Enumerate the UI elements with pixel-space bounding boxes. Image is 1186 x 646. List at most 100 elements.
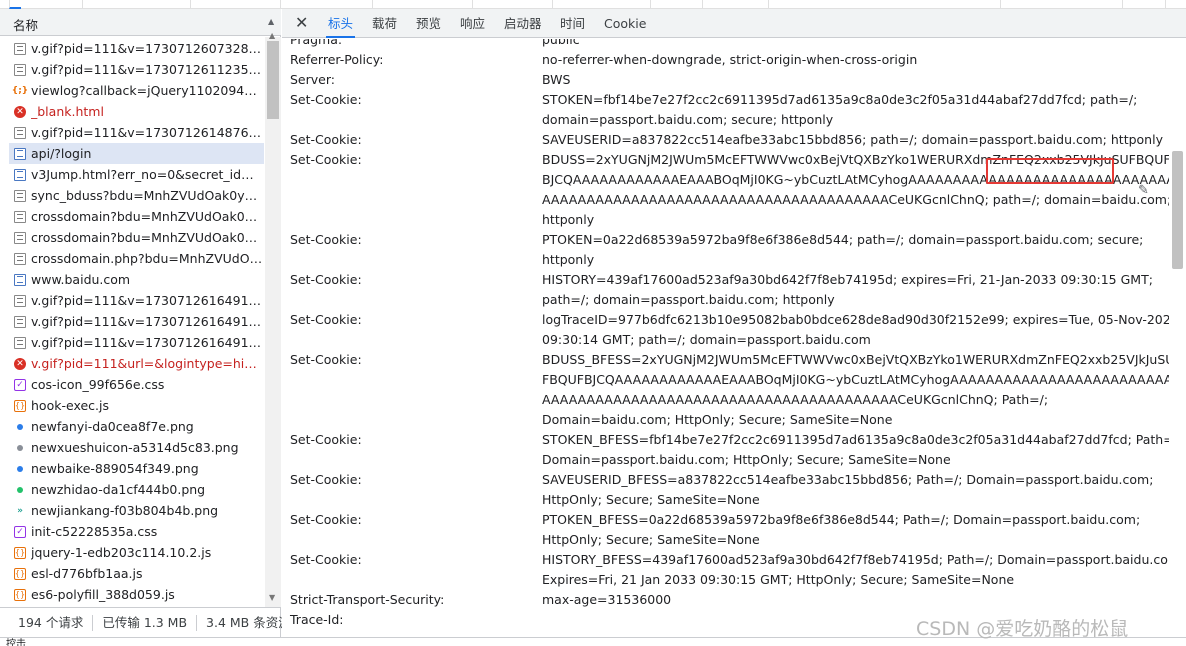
- header-value-line: FBQUFBJCQAAAAAAAAAAAAEAAABOqMjI0KG~ybCuz…: [542, 372, 1169, 387]
- header-value[interactable]: logTraceID=977b6dfc6213b10e95082bab0bdce…: [542, 310, 1169, 350]
- header-name: Set-Cookie:: [290, 472, 362, 487]
- request-row[interactable]: newfanyi-da0cea8f7e.png: [9, 416, 264, 437]
- request-row[interactable]: crossdomain.php?bdu=MnhZVUdOak...: [9, 248, 264, 269]
- header-value-line: Domain=passport.baidu.com; HttpOnly; Sec…: [542, 452, 951, 467]
- status-bar: 194 个请求 已传输 1.3 MB 3.4 MB 条资源: [0, 607, 291, 637]
- request-name: esl-d776bfb1aa.js: [31, 566, 143, 581]
- request-row[interactable]: ✓ init-c52228535a.css: [9, 521, 264, 542]
- request-row[interactable]: www.baidu.com: [9, 269, 264, 290]
- details-scrollbar-thumb[interactable]: [1172, 151, 1183, 269]
- tab-payload[interactable]: 载荷: [370, 9, 399, 38]
- script-icon: {}: [14, 588, 26, 601]
- image-file-icon: [14, 252, 26, 265]
- request-name: crossdomain?bdu=MnhZVUdOak0ySl...: [31, 209, 264, 224]
- tab-timing[interactable]: 时间: [558, 9, 587, 38]
- request-row[interactable]: ✕ v.gif?pid=111&url=&logintype=hide&...: [9, 353, 264, 374]
- name-column-header[interactable]: 名称 ▲: [0, 9, 281, 36]
- request-row[interactable]: crossdomain?bdu=MnhZVUdOak0ySl...: [9, 227, 264, 248]
- scroll-down-arrow-icon[interactable]: ▼: [269, 593, 275, 602]
- header-value-line: SAVEUSERID=a837822cc514eafbe33abc15bbd85…: [542, 132, 1163, 147]
- request-row[interactable]: newzhidao-da1cf444b0.png: [9, 479, 264, 500]
- error-icon: ✕: [14, 105, 26, 118]
- resources-size: 3.4 MB 条资源: [206, 614, 291, 630]
- request-row[interactable]: v.gif?pid=111&v=1730712611235&pa...: [9, 59, 264, 80]
- script-callback-icon: {;}: [11, 85, 29, 96]
- request-row[interactable]: v3Jump.html?err_no=0&secret_id=&c...: [9, 164, 264, 185]
- request-row[interactable]: v.gif?pid=111&v=1730712607328&pa...: [9, 38, 264, 59]
- close-icon[interactable]: ✕: [295, 14, 308, 32]
- request-name: www.baidu.com: [31, 272, 131, 287]
- header-value-line: logTraceID=977b6dfc6213b10e95082bab0bdce…: [542, 312, 1169, 327]
- image-file-icon: [14, 231, 26, 244]
- request-name: _blank.html: [31, 104, 104, 119]
- request-row[interactable]: {;} viewlog?callback=jQuery11020943082...: [9, 80, 264, 101]
- request-row[interactable]: {} esl-d776bfb1aa.js: [9, 563, 264, 584]
- request-name: v.gif?pid=111&v=1730712616491&ty...: [31, 293, 264, 308]
- request-row[interactable]: ✓ cos-icon_99f656e.css: [9, 374, 264, 395]
- request-row[interactable]: newbaike-889054f349.png: [9, 458, 264, 479]
- request-row[interactable]: v.gif?pid=111&v=1730712616491&ty...: [9, 290, 264, 311]
- header-value[interactable]: HISTORY_BFESS=439af17600ad523af9a30bd642…: [542, 550, 1169, 590]
- details-scrollbar[interactable]: [1169, 39, 1186, 637]
- request-row[interactable]: v.gif?pid=111&v=1730712616491&pa...: [9, 311, 264, 332]
- annotation-highlight-box: [986, 158, 1114, 184]
- header-name: Set-Cookie:: [290, 552, 362, 567]
- request-row[interactable]: v.gif?pid=111&v=1730712614876&pa...: [9, 122, 264, 143]
- request-row[interactable]: ✕ _blank.html: [9, 101, 264, 122]
- request-name: es6-polyfill_388d059.js: [31, 587, 175, 602]
- request-row[interactable]: api/?login: [9, 143, 264, 164]
- tab-initiator[interactable]: 启动器: [502, 9, 544, 38]
- transferred-size: 已传输 1.3 MB: [93, 614, 198, 631]
- top-toolbar-strip: [0, 0, 1186, 9]
- header-value-line: BWS: [542, 72, 571, 87]
- request-name: v.gif?pid=111&url=&logintype=hide&...: [31, 356, 264, 371]
- request-list-scrollbar[interactable]: ▲ ▼: [265, 31, 281, 607]
- header-value[interactable]: STOKEN=fbf14be7e27f2cc2c6911395d7ad6135a…: [542, 90, 1137, 130]
- header-value[interactable]: HISTORY=439af17600ad523af9a30bd642f7f8eb…: [542, 270, 1153, 310]
- document-icon: [14, 168, 26, 181]
- tab-preview[interactable]: 预览: [414, 9, 443, 38]
- header-name: Referrer-Policy:: [290, 52, 384, 67]
- header-name: Set-Cookie:: [290, 312, 362, 327]
- script-icon: {}: [14, 546, 26, 559]
- tab-headers[interactable]: 标头: [326, 9, 356, 38]
- request-name: cos-icon_99f656e.css: [31, 377, 165, 392]
- header-value[interactable]: max-age=31536000: [542, 590, 1136, 610]
- header-value[interactable]: PTOKEN_BFESS=0a22d68539a5972ba9f8e6f386e…: [542, 510, 1140, 550]
- request-name: init-c52228535a.css: [31, 524, 158, 539]
- header-value[interactable]: SAVEUSERID_BFESS=a837822cc514eafbe33abc1…: [542, 470, 1153, 510]
- header-value-line: HttpOnly; Secure; SameSite=None: [542, 532, 760, 547]
- request-row[interactable]: sync_bduss?bdu=MnhZVUdOak0ySl...: [9, 185, 264, 206]
- header-value-line: HttpOnly; Secure; SameSite=None: [542, 492, 760, 507]
- request-row[interactable]: newxueshuicon-a5314d5c83.png: [9, 437, 264, 458]
- tab-cookie[interactable]: Cookie: [602, 9, 648, 38]
- request-name: newzhidao-da1cf444b0.png: [31, 482, 206, 497]
- header-value[interactable]: public: [542, 39, 1136, 50]
- image-file-icon: [14, 189, 26, 202]
- header-value[interactable]: PTOKEN=0a22d68539a5972ba9f8e6f386e8d544;…: [542, 230, 1143, 270]
- header-name: Set-Cookie:: [290, 132, 362, 147]
- header-name: Set-Cookie:: [290, 352, 362, 367]
- request-row[interactable]: {} es6-polyfill_388d059.js: [9, 584, 264, 605]
- request-row[interactable]: {} jquery-1-edb203c114.10.2.js: [9, 542, 264, 563]
- header-value-line: path=/; domain=passport.baidu.com; httpo…: [542, 292, 835, 307]
- header-value[interactable]: BDUSS_BFESS=2xYUGNjM2JWUm5McEFTWWVwc0xBe…: [542, 350, 1169, 430]
- scroll-up-arrow-icon[interactable]: ▲: [269, 31, 275, 40]
- header-value[interactable]: STOKEN_BFESS=fbf14be7e27f2cc2c6911395d7a…: [542, 430, 1169, 470]
- header-value[interactable]: SAVEUSERID=a837822cc514eafbe33abc15bbd85…: [542, 130, 1163, 150]
- header-value[interactable]: BWS: [542, 70, 1136, 90]
- request-row[interactable]: {} hook-exec.js: [9, 395, 264, 416]
- pencil-icon[interactable]: ✎: [1138, 183, 1149, 198]
- scrollbar-thumb[interactable]: [267, 41, 279, 119]
- request-row[interactable]: v.gif?pid=111&v=1730712616491&pa...: [9, 332, 264, 353]
- tab-response[interactable]: 响应: [458, 9, 487, 38]
- request-name: viewlog?callback=jQuery11020943082...: [31, 83, 264, 98]
- header-name: Strict-Transport-Security:: [290, 592, 445, 607]
- image-file-icon: [14, 336, 26, 349]
- sort-arrow-icon[interactable]: ▲: [268, 18, 276, 26]
- header-name: Set-Cookie:: [290, 432, 362, 447]
- header-value[interactable]: no-referrer-when-downgrade, strict-origi…: [542, 50, 1136, 70]
- request-row[interactable]: » newjiankang-f03b804b4b.png: [9, 500, 264, 521]
- request-row[interactable]: crossdomain?bdu=MnhZVUdOak0ySl...: [9, 206, 264, 227]
- watermark: CSDN @爱吃奶酪的松鼠: [916, 618, 1129, 640]
